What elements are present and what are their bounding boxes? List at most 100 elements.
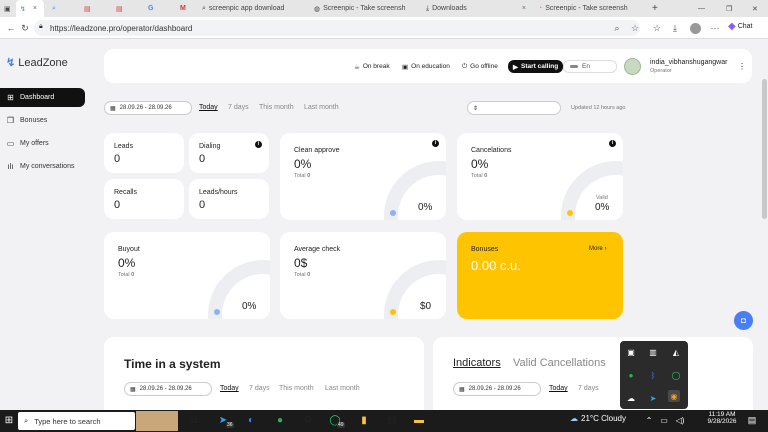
card-title: Average check xyxy=(294,246,341,253)
tray-app-icon[interactable]: ▥ xyxy=(647,346,659,358)
chevron-right-icon: › xyxy=(604,246,607,252)
card-title: Bonuses xyxy=(471,246,499,253)
tab-indicators[interactable]: Indicators xyxy=(453,357,501,369)
tab-screenpic-search[interactable]: ⌕ screenpic app download xyxy=(198,0,306,17)
file-explorer-icon[interactable]: ▬ xyxy=(411,412,427,428)
new-tab-button[interactable]: + xyxy=(648,0,662,17)
google-icon: G xyxy=(148,5,154,12)
windows-start-icon[interactable]: ⊞ xyxy=(1,412,17,428)
sidebar-item-my-offers[interactable]: ▭ My offers xyxy=(0,134,85,153)
tab-google[interactable]: G xyxy=(144,0,172,17)
favorites-icon[interactable]: ☆ xyxy=(650,21,664,35)
spotify-icon[interactable]: ● xyxy=(625,369,637,381)
sidebar-item-bonuses[interactable]: ❒ Bonuses xyxy=(0,111,85,130)
total-label: Total xyxy=(471,173,483,179)
search-highlight-image[interactable] xyxy=(136,411,178,431)
period-today[interactable]: Today xyxy=(220,385,239,392)
tray-overflow-chevron-icon[interactable]: ⌃ xyxy=(641,412,657,428)
info-icon[interactable]: i xyxy=(609,140,616,147)
url-bar[interactable]: 🔒︎ https://leadzone.pro/operator/dashboar… xyxy=(34,20,640,36)
logo-text: LeadZone xyxy=(18,56,68,69)
folder-icon: ▭ xyxy=(6,139,15,148)
filter-select[interactable]: ⇕ xyxy=(467,101,561,115)
minimize-icon[interactable]: — xyxy=(694,0,708,17)
tab-pdf-2[interactable]: ▤ xyxy=(112,0,140,17)
power-icon: ⏻ xyxy=(462,62,468,70)
sidebar-item-my-conversations[interactable]: ılı My conversations xyxy=(0,157,85,176)
tab-pdf-1[interactable]: ▤ xyxy=(80,0,108,17)
spotify-icon[interactable]: ● xyxy=(272,412,288,428)
on-break-button[interactable]: ☕︎ On break xyxy=(354,60,390,73)
start-calling-button[interactable]: ▶ Start calling xyxy=(508,60,564,73)
tray-app-icon[interactable]: ◉ xyxy=(668,390,680,402)
date-range-picker[interactable]: ▦ 28.09.26 - 28.09.26 xyxy=(453,382,541,396)
cloud-icon[interactable]: ☁ xyxy=(625,392,637,404)
period-7-days[interactable]: 7 days xyxy=(578,385,599,392)
kebab-menu-icon[interactable]: ⋮ xyxy=(738,62,746,71)
chat-bubble-icon[interactable]: ◘ xyxy=(734,311,753,330)
tab-valid-cancellations[interactable]: Valid Cancellations xyxy=(513,357,606,369)
tab-menu-icon[interactable]: ▣ xyxy=(0,0,14,17)
clock[interactable]: 11:19 AM 9/28/2026 xyxy=(704,411,740,425)
bluetooth-icon[interactable]: ᛒ xyxy=(647,369,659,381)
scrollbar[interactable] xyxy=(761,39,768,410)
on-education-button[interactable]: ▣ On education xyxy=(402,60,450,73)
copilot-chat-button[interactable]: ◆ Chat xyxy=(728,21,753,32)
logo[interactable]: ↯ LeadZone xyxy=(6,56,68,70)
network-icon[interactable]: ▭ xyxy=(656,412,672,428)
download-icon[interactable]: ⤓ xyxy=(668,21,682,35)
period-this-month[interactable]: This month xyxy=(259,104,294,111)
language-select[interactable]: En xyxy=(563,60,617,73)
weather-widget[interactable]: ☁ 21°C Cloudy xyxy=(570,414,626,423)
tab-screenpic-2[interactable]: ◔ Screenpic - Take screensh xyxy=(534,0,642,17)
tab-gmail[interactable]: M xyxy=(176,0,196,17)
period-this-month[interactable]: This month xyxy=(279,385,314,392)
period-7-days[interactable]: 7 days xyxy=(228,104,249,111)
task-view-icon[interactable]: ⧉ xyxy=(186,412,202,428)
back-icon[interactable]: ← xyxy=(4,21,18,35)
tab-screenpic-1[interactable]: ◍ Screenpic - Take screensh xyxy=(310,0,418,17)
maximize-icon[interactable]: ❐ xyxy=(722,0,736,17)
close-window-icon[interactable]: ✕ xyxy=(748,0,762,17)
date-range-picker[interactable]: ▦ 28.09.26 - 28.09.26 xyxy=(104,101,192,115)
close-icon[interactable]: × xyxy=(33,5,37,12)
period-today[interactable]: Today xyxy=(549,385,568,392)
profile-icon[interactable] xyxy=(688,21,702,35)
tab-downloads[interactable]: ⤓ Downloads × xyxy=(422,0,530,17)
telegram-icon[interactable]: ➤ xyxy=(647,392,659,404)
store-icon[interactable]: ▤ xyxy=(384,412,400,428)
tray-network-icon[interactable]: ◭ xyxy=(670,346,682,358)
edge-icon[interactable]: ◐ xyxy=(243,412,259,428)
info-icon[interactable]: i xyxy=(255,141,262,148)
favorite-star-icon[interactable]: ☆ xyxy=(628,21,642,35)
avatar[interactable] xyxy=(624,58,641,75)
period-last-month[interactable]: Last month xyxy=(304,104,339,111)
calendar-icon: ▦ xyxy=(110,105,116,112)
period-today[interactable]: Today xyxy=(199,104,218,111)
reload-icon[interactable]: ↻ xyxy=(18,21,32,35)
volume-icon[interactable]: ◁) xyxy=(672,412,688,428)
card-value: 0 xyxy=(199,153,206,165)
user-name[interactable]: india_vibhanshugangwar xyxy=(650,59,727,66)
whatsapp-icon[interactable]: ◯ xyxy=(670,369,682,381)
settings-gear-icon[interactable]: ⚙ xyxy=(300,412,316,428)
sticky-notes-icon[interactable]: ▮ xyxy=(356,412,372,428)
scrollbar-thumb[interactable] xyxy=(762,79,767,219)
tray-app-icon[interactable]: ▣ xyxy=(625,346,637,358)
notification-center-icon[interactable]: ▤ xyxy=(744,412,760,428)
taskbar-search[interactable]: ⌕ Type here to search xyxy=(18,412,135,430)
tab-leadzone[interactable]: ↯ × xyxy=(16,0,44,17)
zoom-icon[interactable]: ⌕ xyxy=(610,21,624,35)
go-offline-button[interactable]: ⏻ Go offline xyxy=(462,60,498,73)
info-icon[interactable]: i xyxy=(432,140,439,147)
close-icon[interactable]: × xyxy=(522,5,526,12)
date-range-picker[interactable]: ▦ 28.09.26 - 28.09.26 xyxy=(124,382,212,396)
more-link[interactable]: More › xyxy=(589,246,607,252)
period-last-month[interactable]: Last month xyxy=(325,385,360,392)
tab-search[interactable]: ⌕ xyxy=(48,0,76,17)
sidebar-item-dashboard[interactable]: ⊞ Dashboard xyxy=(0,88,85,107)
period-7-days[interactable]: 7 days xyxy=(249,385,270,392)
grid-icon: ⊞ xyxy=(7,93,14,102)
search-icon: ⌕ xyxy=(24,416,29,425)
more-menu-icon[interactable]: ⋯ xyxy=(708,21,722,35)
